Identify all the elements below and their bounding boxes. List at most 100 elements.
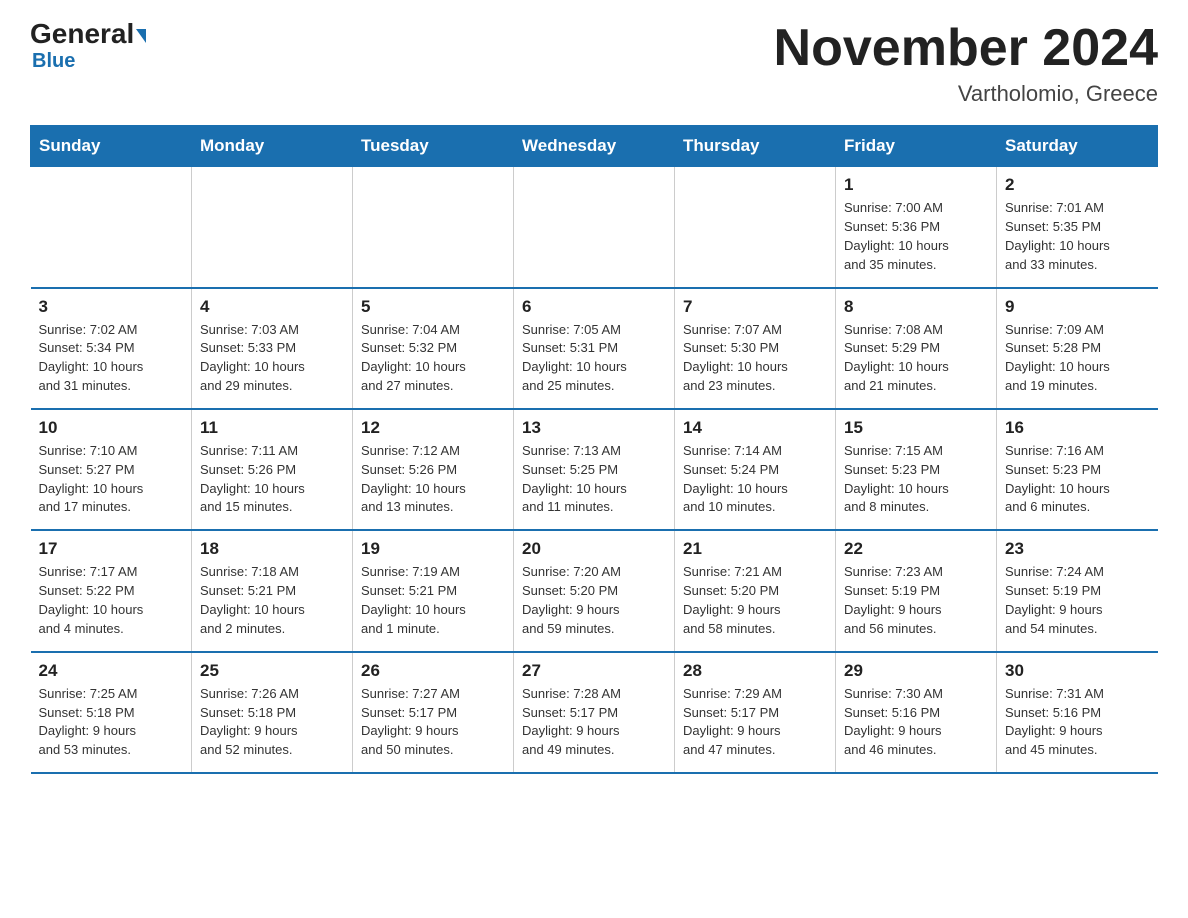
calendar-cell: 18 Sunrise: 7:18 AMSunset: 5:21 PMDayligh… (192, 530, 353, 651)
calendar-cell: 24 Sunrise: 7:25 AMSunset: 5:18 PMDayligh… (31, 652, 192, 773)
day-info: Sunrise: 7:11 AMSunset: 5:26 PMDaylight:… (200, 442, 344, 517)
day-number: 19 (361, 539, 505, 559)
weekday-header-sunday: Sunday (31, 126, 192, 167)
calendar-cell: 9 Sunrise: 7:09 AMSunset: 5:28 PMDaylight… (997, 288, 1158, 409)
day-number: 18 (200, 539, 344, 559)
calendar-cell (675, 167, 836, 288)
calendar-cell: 27 Sunrise: 7:28 AMSunset: 5:17 PMDayligh… (514, 652, 675, 773)
day-number: 16 (1005, 418, 1150, 438)
calendar-cell: 17Sunrise: 7:17 AMSunset: 5:22 PMDayligh… (31, 530, 192, 651)
day-number: 9 (1005, 297, 1150, 317)
day-info: Sunrise: 7:27 AMSunset: 5:17 PMDaylight:… (361, 685, 505, 760)
calendar-cell: 20Sunrise: 7:20 AMSunset: 5:20 PMDayligh… (514, 530, 675, 651)
title-area: November 2024 Vartholomio, Greece (774, 20, 1158, 107)
calendar-row-1: 1 Sunrise: 7:00 AMSunset: 5:36 PMDaylight… (31, 167, 1158, 288)
day-info: Sunrise: 7:01 AMSunset: 5:35 PMDaylight:… (1005, 199, 1150, 274)
calendar-row-3: 10Sunrise: 7:10 AMSunset: 5:27 PMDayligh… (31, 409, 1158, 530)
calendar-cell: 6Sunrise: 7:05 AMSunset: 5:31 PMDaylight… (514, 288, 675, 409)
day-info: Sunrise: 7:17 AMSunset: 5:22 PMDaylight:… (39, 563, 184, 638)
calendar-cell: 3 Sunrise: 7:02 AMSunset: 5:34 PMDaylight… (31, 288, 192, 409)
logo-line1: General (30, 20, 146, 48)
calendar-cell: 28 Sunrise: 7:29 AMSunset: 5:17 PMDayligh… (675, 652, 836, 773)
weekday-header-thursday: Thursday (675, 126, 836, 167)
day-number: 7 (683, 297, 827, 317)
calendar-cell: 15 Sunrise: 7:15 AMSunset: 5:23 PMDayligh… (836, 409, 997, 530)
calendar-cell (353, 167, 514, 288)
day-info: Sunrise: 7:30 AMSunset: 5:16 PMDaylight:… (844, 685, 988, 760)
logo-line2: Blue (32, 50, 75, 73)
calendar-cell (514, 167, 675, 288)
calendar-cell: 7 Sunrise: 7:07 AMSunset: 5:30 PMDaylight… (675, 288, 836, 409)
day-info: Sunrise: 7:16 AMSunset: 5:23 PMDaylight:… (1005, 442, 1150, 517)
day-info: Sunrise: 7:04 AMSunset: 5:32 PMDaylight:… (361, 321, 505, 396)
calendar-cell: 4Sunrise: 7:03 AMSunset: 5:33 PMDaylight… (192, 288, 353, 409)
calendar-cell: 5 Sunrise: 7:04 AMSunset: 5:32 PMDaylight… (353, 288, 514, 409)
calendar-row-2: 3 Sunrise: 7:02 AMSunset: 5:34 PMDaylight… (31, 288, 1158, 409)
calendar-cell: 22Sunrise: 7:23 AMSunset: 5:19 PMDayligh… (836, 530, 997, 651)
day-info: Sunrise: 7:14 AMSunset: 5:24 PMDaylight:… (683, 442, 827, 517)
calendar-cell: 16 Sunrise: 7:16 AMSunset: 5:23 PMDayligh… (997, 409, 1158, 530)
day-info: Sunrise: 7:12 AMSunset: 5:26 PMDaylight:… (361, 442, 505, 517)
day-number: 15 (844, 418, 988, 438)
calendar-cell (192, 167, 353, 288)
calendar-cell: 2 Sunrise: 7:01 AMSunset: 5:35 PMDaylight… (997, 167, 1158, 288)
calendar-cell: 19 Sunrise: 7:19 AMSunset: 5:21 PMDayligh… (353, 530, 514, 651)
calendar-cell: 13 Sunrise: 7:13 AMSunset: 5:25 PMDayligh… (514, 409, 675, 530)
calendar-cell: 29 Sunrise: 7:30 AMSunset: 5:16 PMDayligh… (836, 652, 997, 773)
weekday-header-saturday: Saturday (997, 126, 1158, 167)
weekday-header-wednesday: Wednesday (514, 126, 675, 167)
location-subtitle: Vartholomio, Greece (774, 81, 1158, 107)
day-info: Sunrise: 7:03 AMSunset: 5:33 PMDaylight:… (200, 321, 344, 396)
day-number: 14 (683, 418, 827, 438)
day-info: Sunrise: 7:18 AMSunset: 5:21 PMDaylight:… (200, 563, 344, 638)
day-info: Sunrise: 7:02 AMSunset: 5:34 PMDaylight:… (39, 321, 184, 396)
day-number: 22 (844, 539, 988, 559)
calendar-cell: 25 Sunrise: 7:26 AMSunset: 5:18 PMDayligh… (192, 652, 353, 773)
day-info: Sunrise: 7:15 AMSunset: 5:23 PMDaylight:… (844, 442, 988, 517)
day-number: 25 (200, 661, 344, 681)
calendar-cell: 21 Sunrise: 7:21 AMSunset: 5:20 PMDayligh… (675, 530, 836, 651)
day-info: Sunrise: 7:00 AMSunset: 5:36 PMDaylight:… (844, 199, 988, 274)
weekday-header-monday: Monday (192, 126, 353, 167)
day-number: 1 (844, 175, 988, 195)
calendar-cell (31, 167, 192, 288)
day-info: Sunrise: 7:19 AMSunset: 5:21 PMDaylight:… (361, 563, 505, 638)
day-info: Sunrise: 7:10 AMSunset: 5:27 PMDaylight:… (39, 442, 184, 517)
day-number: 3 (39, 297, 184, 317)
calendar-cell: 8Sunrise: 7:08 AMSunset: 5:29 PMDaylight… (836, 288, 997, 409)
weekday-header-friday: Friday (836, 126, 997, 167)
day-info: Sunrise: 7:29 AMSunset: 5:17 PMDaylight:… (683, 685, 827, 760)
calendar-cell: 23 Sunrise: 7:24 AMSunset: 5:19 PMDayligh… (997, 530, 1158, 651)
day-info: Sunrise: 7:08 AMSunset: 5:29 PMDaylight:… (844, 321, 988, 396)
day-number: 30 (1005, 661, 1150, 681)
day-info: Sunrise: 7:26 AMSunset: 5:18 PMDaylight:… (200, 685, 344, 760)
day-number: 5 (361, 297, 505, 317)
calendar-cell: 10Sunrise: 7:10 AMSunset: 5:27 PMDayligh… (31, 409, 192, 530)
day-info: Sunrise: 7:07 AMSunset: 5:30 PMDaylight:… (683, 321, 827, 396)
day-info: Sunrise: 7:24 AMSunset: 5:19 PMDaylight:… (1005, 563, 1150, 638)
day-number: 24 (39, 661, 184, 681)
weekday-header-tuesday: Tuesday (353, 126, 514, 167)
day-number: 29 (844, 661, 988, 681)
day-info: Sunrise: 7:13 AMSunset: 5:25 PMDaylight:… (522, 442, 666, 517)
calendar-cell: 26Sunrise: 7:27 AMSunset: 5:17 PMDayligh… (353, 652, 514, 773)
weekday-header-row: SundayMondayTuesdayWednesdayThursdayFrid… (31, 126, 1158, 167)
day-number: 27 (522, 661, 666, 681)
calendar-cell: 11Sunrise: 7:11 AMSunset: 5:26 PMDayligh… (192, 409, 353, 530)
day-number: 2 (1005, 175, 1150, 195)
day-info: Sunrise: 7:09 AMSunset: 5:28 PMDaylight:… (1005, 321, 1150, 396)
day-number: 23 (1005, 539, 1150, 559)
month-title: November 2024 (774, 20, 1158, 77)
day-info: Sunrise: 7:31 AMSunset: 5:16 PMDaylight:… (1005, 685, 1150, 760)
day-number: 13 (522, 418, 666, 438)
page-header: General Blue November 2024 Vartholomio, … (30, 20, 1158, 107)
calendar-cell: 12Sunrise: 7:12 AMSunset: 5:26 PMDayligh… (353, 409, 514, 530)
day-number: 21 (683, 539, 827, 559)
calendar-row-5: 24 Sunrise: 7:25 AMSunset: 5:18 PMDayligh… (31, 652, 1158, 773)
day-number: 28 (683, 661, 827, 681)
day-info: Sunrise: 7:20 AMSunset: 5:20 PMDaylight:… (522, 563, 666, 638)
day-info: Sunrise: 7:21 AMSunset: 5:20 PMDaylight:… (683, 563, 827, 638)
day-info: Sunrise: 7:28 AMSunset: 5:17 PMDaylight:… (522, 685, 666, 760)
day-info: Sunrise: 7:25 AMSunset: 5:18 PMDaylight:… (39, 685, 184, 760)
calendar-cell: 30 Sunrise: 7:31 AMSunset: 5:16 PMDayligh… (997, 652, 1158, 773)
